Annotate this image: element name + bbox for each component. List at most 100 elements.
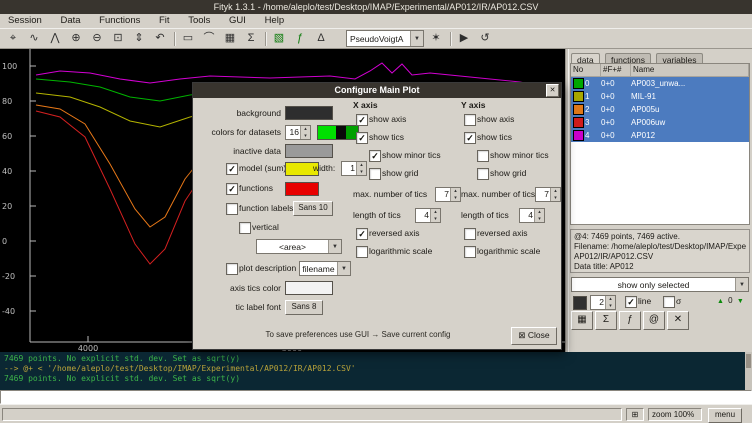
functions-color-swatch[interactable]: [285, 182, 319, 196]
menu-tools[interactable]: Tools: [180, 14, 218, 28]
scrollbar-thumb[interactable]: [746, 354, 751, 368]
vertical-checkbox[interactable]: [239, 222, 251, 234]
inactive-color-swatch[interactable]: [285, 144, 333, 158]
y-minor-tics-checkbox[interactable]: [477, 150, 489, 162]
sigma-checkbox[interactable]: [663, 296, 675, 308]
function-labels-checkbox[interactable]: [226, 203, 238, 215]
spinner-arrows[interactable]: ▴▾: [300, 126, 310, 139]
plot-description-dropdown[interactable]: filename ▼: [299, 261, 351, 276]
table-row[interactable]: 3 0+0 AP006uw: [571, 116, 749, 129]
grid-icon[interactable]: ⊞: [626, 408, 644, 421]
y-show-tics-checkbox[interactable]: ✓: [464, 132, 476, 144]
functions-checkbox[interactable]: ✓: [226, 183, 238, 195]
shift-up-icon[interactable]: ▲: [717, 298, 724, 305]
sum-datasets-icon[interactable]: Σ: [595, 311, 617, 330]
x-log-checkbox[interactable]: [356, 246, 368, 258]
table-row[interactable]: 2 0+0 AP005u: [571, 103, 749, 116]
model-width-spinner[interactable]: 1 ▴▾: [341, 161, 367, 176]
dataset-palette-preview[interactable]: [317, 125, 359, 140]
spinner-arrows[interactable]: ▴▾: [550, 188, 560, 201]
table-row[interactable]: 0 0+0 AP003_unwa...: [571, 77, 749, 90]
new-dataset-icon[interactable]: ▦: [220, 29, 240, 48]
axis-tics-color-swatch[interactable]: [285, 281, 333, 295]
dataset-colors-spinner[interactable]: 16 ▴▾: [285, 125, 311, 140]
point-color-swatch[interactable]: [573, 296, 587, 310]
dataset-ops-icon[interactable]: @: [643, 311, 665, 330]
spinner-arrows[interactable]: ▴▾: [534, 209, 544, 222]
zoom-indicator[interactable]: zoom 100%: [648, 408, 702, 421]
label-font-button[interactable]: Sans 10: [293, 201, 333, 216]
x-reversed-checkbox[interactable]: ✓: [356, 228, 368, 240]
dataset-color-chip[interactable]: [573, 130, 584, 141]
data-range-icon[interactable]: ∿: [24, 29, 44, 48]
background-color-swatch[interactable]: [285, 106, 333, 120]
y-max-tics-spinner[interactable]: 7 ▴▾: [535, 187, 561, 202]
dataset-color-chip[interactable]: [573, 78, 584, 89]
menu-functions[interactable]: Functions: [91, 14, 148, 28]
y-reversed-checkbox[interactable]: [464, 228, 476, 240]
zoom-in-icon[interactable]: ⊕: [66, 29, 86, 48]
chevron-down-icon[interactable]: ▼: [337, 262, 350, 275]
dataset-color-chip[interactable]: [573, 91, 584, 102]
spinner-arrows[interactable]: ▴▾: [450, 188, 460, 201]
dataset-color-chip[interactable]: [573, 117, 584, 128]
menu-fit[interactable]: Fit: [151, 14, 178, 28]
edit-data-icon[interactable]: ▦: [571, 311, 593, 330]
dataset-color-chip[interactable]: [573, 104, 584, 115]
x-show-axis-checkbox[interactable]: ✓: [356, 114, 368, 126]
zoom-vertical-icon[interactable]: ⇕: [129, 29, 149, 48]
menu-session[interactable]: Session: [0, 14, 50, 28]
show-filter-dropdown[interactable]: show only selected ▼: [571, 277, 749, 292]
shift-control[interactable]: ▲ 0 ▼: [717, 296, 744, 305]
peak-type-dropdown[interactable]: PseudoVoigtA ▼: [346, 30, 424, 47]
auto-add-icon[interactable]: ✶: [426, 29, 446, 48]
statusbar-menu-button[interactable]: menu: [708, 408, 742, 423]
label-content-dropdown[interactable]: <area> ▼: [256, 239, 342, 254]
menu-data[interactable]: Data: [52, 14, 88, 28]
zoom-all-icon[interactable]: ⊡: [108, 29, 128, 48]
zoom-out-icon[interactable]: ⊖: [87, 29, 107, 48]
table-row[interactable]: 1 0+0 MIL-91: [571, 90, 749, 103]
plot-description-checkbox[interactable]: [226, 263, 238, 275]
chevron-down-icon[interactable]: ▼: [735, 278, 748, 291]
x-minor-tics-checkbox[interactable]: ✓: [369, 150, 381, 162]
y-tic-length-spinner[interactable]: 4 ▴▾: [519, 208, 545, 223]
shift-down-icon[interactable]: ▼: [737, 298, 744, 305]
plot-config-icon[interactable]: ▧: [269, 29, 289, 48]
x-show-tics-checkbox[interactable]: ✓: [356, 132, 368, 144]
menu-gui[interactable]: GUI: [221, 14, 254, 28]
sum-view-icon[interactable]: Σ: [241, 29, 261, 48]
command-input[interactable]: [0, 390, 752, 404]
x-max-tics-spinner[interactable]: 7 ▴▾: [435, 187, 461, 202]
undo-fit-icon[interactable]: ↺: [475, 29, 495, 48]
line-checkbox[interactable]: ✓: [625, 296, 637, 308]
spinner-arrows[interactable]: ▴▾: [356, 162, 366, 175]
model-checkbox[interactable]: ✓: [226, 163, 238, 175]
y-show-axis-checkbox[interactable]: [464, 114, 476, 126]
point-size-spinner[interactable]: 2 ▴▾: [590, 295, 616, 310]
close-button[interactable]: ⊠ Close: [511, 327, 557, 345]
spinner-arrows[interactable]: ▴▾: [605, 296, 615, 309]
baseline-icon[interactable]: ⌒: [199, 29, 219, 48]
table-row[interactable]: 4 0+0 AP012: [571, 129, 749, 142]
pointer-mode-icon[interactable]: ⌖: [3, 29, 23, 48]
guess-peak-icon[interactable]: Δ: [311, 29, 331, 48]
zoom-previous-icon[interactable]: ↶: [150, 29, 170, 48]
data-load-icon[interactable]: ▭: [178, 29, 198, 48]
chevron-down-icon[interactable]: ▼: [410, 31, 423, 46]
tic-font-button[interactable]: Sans 8: [285, 300, 323, 315]
x-tic-length-spinner[interactable]: 4 ▴▾: [415, 208, 441, 223]
dialog-close-icon[interactable]: ✕: [546, 84, 559, 97]
spinner-arrows[interactable]: ▴▾: [430, 209, 440, 222]
run-fit-icon[interactable]: ▶: [454, 29, 474, 48]
delete-dataset-icon[interactable]: ✕: [667, 311, 689, 330]
add-peak-mode-icon[interactable]: ⋀: [45, 29, 65, 48]
y-show-grid-checkbox[interactable]: [477, 168, 489, 180]
add-function-icon[interactable]: ƒ: [290, 29, 310, 48]
menu-help[interactable]: Help: [257, 14, 293, 28]
console-scrollbar[interactable]: [745, 352, 752, 390]
chevron-down-icon[interactable]: ▼: [328, 240, 341, 253]
transform-data-icon[interactable]: ƒ: [619, 311, 641, 330]
y-log-checkbox[interactable]: [464, 246, 476, 258]
x-show-grid-checkbox[interactable]: [369, 168, 381, 180]
